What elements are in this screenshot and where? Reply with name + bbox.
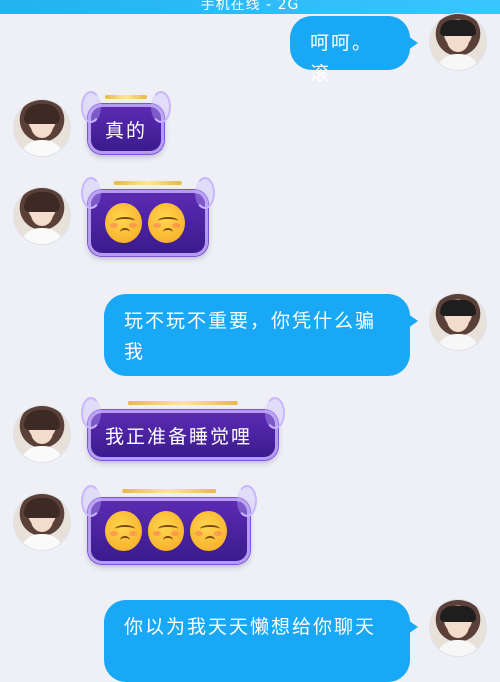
pleading-face-icon [105, 203, 142, 243]
message-text: 呵呵。滚 [310, 32, 374, 85]
online-status: 手机在线 - 2G [200, 0, 300, 13]
message-text: 玩不玩不重要，你凭什么骗我 [124, 310, 377, 363]
message-bubble-self[interactable]: 你以为我天天懒想给你聊天 [104, 600, 418, 682]
message-text: 我正准备睡觉哩 [105, 425, 253, 448]
pleading-face-icon [148, 203, 185, 243]
contact-avatar[interactable] [14, 406, 70, 462]
message-bubble-contact[interactable]: 真的 [81, 91, 171, 154]
message-text: 你以为我天天懒想给你聊天 [124, 616, 377, 638]
chat-header: 手机在线 - 2G [0, 0, 500, 14]
contact-avatar[interactable] [14, 188, 70, 244]
pleading-face-icon [105, 511, 142, 551]
message-text: 真的 [105, 119, 148, 142]
pleading-face-icon [147, 511, 185, 551]
message-bubble-contact[interactable]: 我正准备睡觉哩 [81, 397, 285, 460]
message-bubble-contact-emoji[interactable] [81, 485, 257, 564]
self-avatar[interactable] [430, 294, 486, 350]
contact-avatar[interactable] [14, 100, 70, 156]
message-bubble-contact-emoji[interactable] [81, 177, 215, 256]
message-bubble-self[interactable]: 玩不玩不重要，你凭什么骗我 [104, 294, 418, 376]
message-bubble-self[interactable]: 呵呵。滚 [290, 16, 418, 85]
self-avatar[interactable] [430, 14, 486, 70]
contact-avatar[interactable] [14, 494, 70, 550]
pleading-face-icon [190, 511, 228, 551]
